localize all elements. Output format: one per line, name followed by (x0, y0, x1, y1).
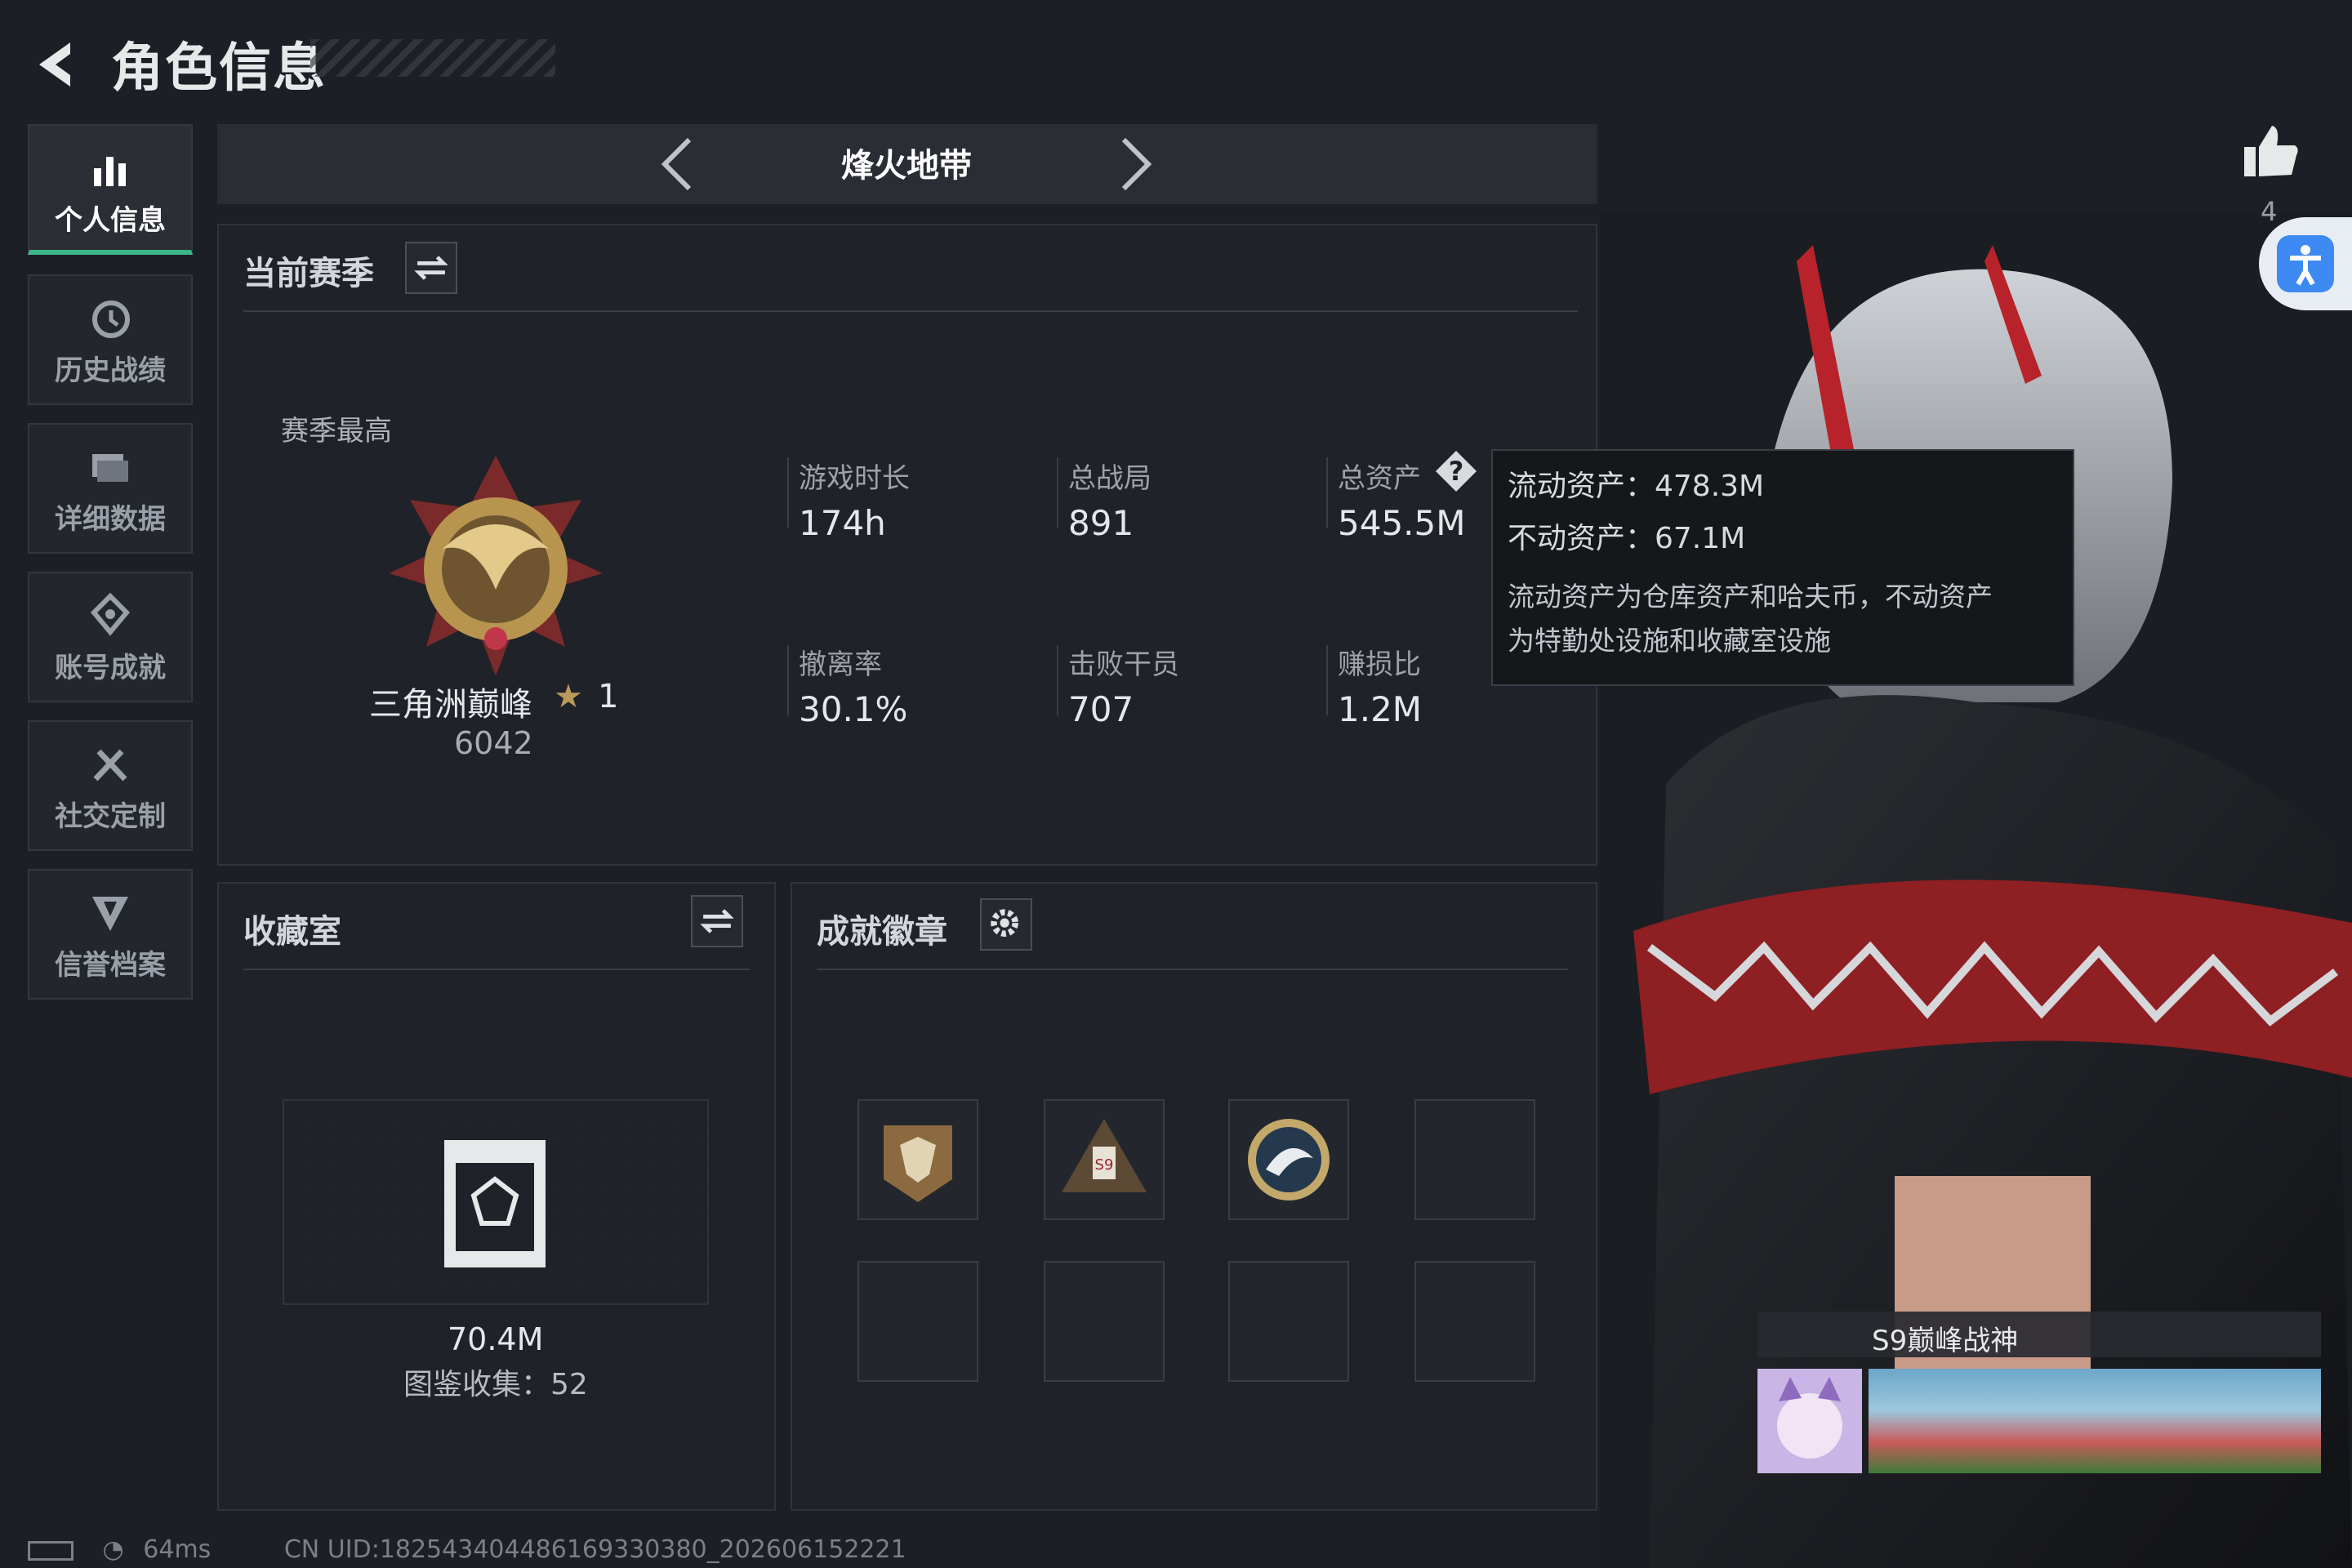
rank-star-icon: ★ (554, 678, 583, 715)
swap-icon (700, 909, 734, 933)
wifi-icon: ◔ (102, 1535, 124, 1564)
accessibility-button[interactable] (2259, 217, 2352, 310)
achievement-icon (90, 592, 131, 636)
stat-label: 击败干员 (1068, 648, 1179, 681)
accessibility-icon (2277, 235, 2334, 292)
uid: CN UID:18254340448616933038​0_2026061522… (283, 1535, 906, 1564)
collection-value: 70.4M (448, 1321, 544, 1357)
gear-icon (991, 909, 1018, 937)
stat-label: 赚损比 (1338, 648, 1421, 681)
season-best-label: 赛季最高 (281, 415, 392, 448)
season-switch-button[interactable] (405, 242, 457, 294)
tooltip-note-line-2: 为特勤处设施和收藏室设施 (1508, 625, 1831, 657)
tools-icon (93, 749, 127, 782)
stat-label: 总战局 (1068, 462, 1152, 495)
page-title: 角色信息 (111, 38, 327, 99)
battery-icon (28, 1540, 74, 1561)
svg-text:S9: S9 (1095, 1156, 1114, 1174)
sidebar-item-achievements[interactable]: 账号成就 (28, 572, 193, 702)
swap-icon (414, 256, 448, 280)
thumbs-up-icon[interactable] (2239, 121, 2301, 183)
badge-slot[interactable] (858, 1099, 978, 1220)
history-clock-icon (92, 301, 130, 338)
sidebar-item-label: 社交定制 (55, 800, 166, 833)
tooltip-note-line-1: 流动资产为仓库资产和哈夫币，不动资产 (1508, 581, 1993, 612)
folder-icon (92, 454, 128, 482)
sidebar-item-history[interactable]: 历史战绩 (28, 274, 193, 405)
avatar[interactable] (1757, 1369, 1862, 1473)
back-arrow-icon[interactable] (28, 36, 85, 93)
divider (1057, 645, 1058, 715)
stat-value: 174h (799, 503, 886, 543)
character-model (1601, 212, 2352, 1568)
divider (1057, 457, 1058, 528)
fox-badge-icon (884, 1125, 952, 1202)
chevron-left-icon[interactable] (653, 135, 702, 194)
season-title: 当前赛季 (243, 255, 374, 292)
rank-score: 6042 (454, 725, 533, 761)
status-bar: ◔ 64ms CN UID:18254340448616933038​0_202… (28, 1535, 906, 1564)
badge-slot-empty[interactable] (1414, 1261, 1535, 1382)
sidebar-item-social[interactable]: 社交定制 (28, 720, 193, 851)
assets-tooltip: 流动资产：478.3M 不动资产：67.1M 流动资产为仓库资产和哈夫币，不动资… (1491, 449, 2074, 686)
stat-value: 707 (1068, 689, 1134, 729)
help-icon[interactable]: ? (1432, 448, 1480, 495)
badge-slot[interactable] (1228, 1099, 1349, 1220)
sidebar-item-detailed-data[interactable]: 详细数据 (28, 423, 193, 554)
collection-title: 收藏室 (243, 913, 341, 951)
vault-icon (444, 1140, 546, 1267)
stat-value: 545.5M (1338, 503, 1466, 543)
profile-card-title: S9巅峰战神 (1872, 1325, 2019, 1357)
stat-value: 30.1% (799, 689, 908, 729)
ping: 64ms (143, 1535, 212, 1564)
chevron-right-icon[interactable] (1111, 135, 1160, 194)
stat-label: 撤离率 (799, 648, 882, 681)
title-decoration (310, 39, 555, 77)
sidebar-item-personal-info[interactable]: 个人信息 (28, 124, 193, 255)
badges-title: 成就徽章 (817, 913, 947, 951)
badge-slot-empty[interactable] (858, 1261, 978, 1382)
profile-banner (1869, 1369, 2321, 1473)
bar-chart-icon (94, 157, 126, 186)
collection-display[interactable] (283, 1099, 709, 1305)
s9-badge-icon: S9 (1062, 1119, 1147, 1192)
liquid-assets: 流动资产：478.3M (1508, 470, 1765, 503)
rank-emblem-icon (389, 456, 603, 676)
stat-label: 游戏时长 (799, 462, 910, 495)
divider (817, 969, 1568, 970)
profile-card-header[interactable]: S9巅峰战神 (1757, 1312, 2321, 1357)
stat-label: 总资产 (1338, 462, 1421, 495)
divider (1326, 457, 1328, 528)
divider (787, 645, 789, 715)
stat-value: 891 (1068, 503, 1134, 543)
divider (1326, 645, 1328, 715)
badge-slot-empty[interactable] (1044, 1261, 1165, 1382)
shield-icon (92, 897, 128, 931)
mode-title: 烽火地带 (841, 147, 972, 185)
fixed-assets: 不动资产：67.1M (1508, 522, 1746, 555)
sidebar-item-label: 详细数据 (55, 503, 166, 536)
divider (787, 457, 789, 528)
sidebar-item-credit[interactable]: 信誉档案 (28, 869, 193, 1000)
collection-switch-button[interactable] (691, 895, 743, 947)
svg-text:?: ? (1449, 456, 1464, 487)
badges-settings-button[interactable] (980, 898, 1032, 951)
badge-slot[interactable]: S9 (1044, 1099, 1165, 1220)
sidebar-item-label: 个人信息 (55, 204, 166, 237)
sidebar-item-label: 信誉档案 (55, 949, 166, 982)
badge-slot-empty[interactable] (1414, 1099, 1535, 1220)
badge-slot-empty[interactable] (1228, 1261, 1349, 1382)
likes-count: 4 (2261, 196, 2278, 227)
rank-name: 三角洲巅峰 (369, 686, 532, 724)
sidebar-item-label: 账号成就 (55, 652, 166, 684)
dolphin-badge-icon (1248, 1119, 1330, 1200)
divider (243, 969, 750, 970)
collection-count: 图鉴收集：52 (403, 1368, 588, 1401)
sidebar-item-label: 历史战绩 (55, 354, 166, 387)
avatar-icon (1777, 1377, 1842, 1459)
divider (243, 310, 1578, 312)
stat-value: 1.2M (1338, 689, 1423, 729)
rank-stars: 1 (598, 678, 619, 715)
